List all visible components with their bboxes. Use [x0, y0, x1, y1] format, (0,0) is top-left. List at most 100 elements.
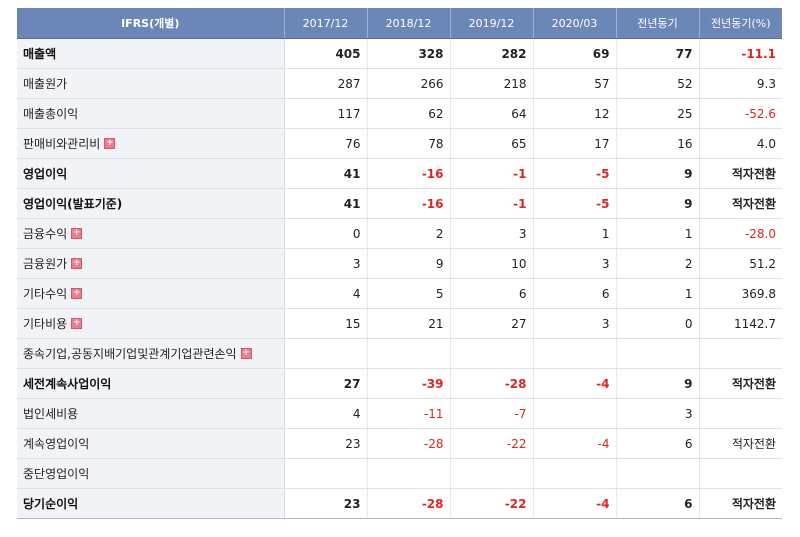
value-cell: 10 — [450, 248, 534, 279]
value-cell: 57 — [533, 68, 617, 99]
value-cell: -28 — [367, 428, 451, 459]
plus-icon[interactable]: + — [71, 258, 83, 269]
value-cell: 218 — [450, 68, 534, 99]
value-cell: 6 — [533, 278, 617, 309]
value-cell: 9 — [616, 158, 700, 189]
value-cell: 76 — [284, 128, 368, 159]
value-cell: 9 — [367, 248, 451, 279]
value-cell: 1 — [616, 218, 700, 249]
value-cell: 2 — [367, 218, 451, 249]
value-cell: 9.3 — [699, 68, 782, 99]
value-cell — [284, 458, 368, 489]
header-column: 2017/12 — [284, 8, 368, 39]
row-label-cell: 종속기업,공동지배기업및관계기업관련손익 + — [17, 338, 285, 369]
row-label: 법인세비용 — [23, 407, 79, 421]
value-cell: 9 — [616, 368, 700, 399]
row-label-cell: 금융수익 + — [17, 218, 285, 249]
row-label: 기타비용 — [23, 317, 68, 331]
value-cell: 41 — [284, 158, 368, 189]
value-cell: -11 — [367, 398, 451, 429]
value-cell: 6 — [616, 428, 700, 459]
value-cell: -16 — [367, 158, 451, 189]
table-row: 매출액 405 328 282 69 77 -11.1 — [17, 38, 782, 69]
plus-icon[interactable]: + — [71, 288, 83, 299]
value-cell — [367, 458, 451, 489]
row-label: 중단영업이익 — [23, 467, 90, 481]
value-cell: 64 — [450, 98, 534, 129]
value-cell: -52.6 — [699, 98, 782, 129]
value-cell: 23 — [284, 488, 368, 519]
table-row: 중단영업이익 — [17, 458, 782, 489]
plus-icon[interactable]: + — [71, 228, 83, 239]
plus-icon[interactable]: + — [104, 138, 116, 149]
row-label: 계속영업이익 — [23, 437, 90, 451]
financial-statement: IFRS(개별) 2017/12 2018/12 2019/12 2020/03 전년동기… — [17, 8, 782, 519]
value-cell: 21 — [367, 308, 451, 339]
header-standard: IFRS(개별) — [17, 8, 285, 39]
table-row: 금융원가 +3 9 10 3 2 51.2 — [17, 248, 782, 279]
value-cell: 적자전환 — [699, 428, 782, 459]
value-cell — [450, 338, 534, 369]
row-label: 영업이익 — [23, 167, 68, 181]
table-row: 종속기업,공동지배기업및관계기업관련손익 + — [17, 338, 782, 369]
value-cell: 12 — [533, 98, 617, 129]
value-cell: 2 — [616, 248, 700, 279]
value-cell — [616, 458, 700, 489]
row-label: 세전계속사업이익 — [23, 377, 112, 391]
value-cell: -22 — [450, 428, 534, 459]
value-cell: 4 — [284, 278, 368, 309]
row-label: 매출액 — [23, 47, 57, 61]
row-label: 판매비와관리비 — [23, 137, 101, 151]
value-cell: 적자전환 — [699, 368, 782, 399]
value-cell: 62 — [367, 98, 451, 129]
value-cell — [367, 338, 451, 369]
value-cell: -4 — [533, 428, 617, 459]
value-cell: 6 — [450, 278, 534, 309]
table-row: 매출원가 287 266 218 57 52 9.3 — [17, 68, 782, 99]
value-cell — [699, 398, 782, 429]
row-label: 영업이익(발표기준) — [23, 197, 123, 211]
plus-icon[interactable]: + — [240, 348, 252, 359]
value-cell: -1 — [450, 188, 534, 219]
row-label: 당기순이익 — [23, 497, 79, 511]
income-statement-table: IFRS(개별) 2017/12 2018/12 2019/12 2020/03 전년동기… — [17, 8, 782, 519]
value-cell: 78 — [367, 128, 451, 159]
row-label-cell: 기타비용 + — [17, 308, 285, 339]
table-row: 매출총이익 117 62 64 12 25 -52.6 — [17, 98, 782, 129]
value-cell: 25 — [616, 98, 700, 129]
value-cell: 27 — [450, 308, 534, 339]
value-cell — [533, 458, 617, 489]
row-label-cell: 당기순이익 — [17, 488, 285, 519]
value-cell — [616, 338, 700, 369]
value-cell: 77 — [616, 38, 700, 69]
value-cell: 적자전환 — [699, 188, 782, 219]
value-cell: 65 — [450, 128, 534, 159]
row-label: 금융원가 — [23, 257, 68, 271]
table-row: 법인세비용 4 -11 -7 3 — [17, 398, 782, 429]
value-cell — [533, 338, 617, 369]
value-cell: 16 — [616, 128, 700, 159]
row-label-cell: 매출원가 — [17, 68, 285, 99]
value-cell: 9 — [616, 188, 700, 219]
value-cell: -16 — [367, 188, 451, 219]
value-cell: 266 — [367, 68, 451, 99]
row-label-cell: 영업이익(발표기준) — [17, 188, 285, 219]
row-label-cell: 매출액 — [17, 38, 285, 69]
value-cell: 6 — [616, 488, 700, 519]
row-label: 기타수익 — [23, 287, 68, 301]
value-cell: 369.8 — [699, 278, 782, 309]
table-row: 당기순이익 23 -28 -22 -4 6 적자전환 — [17, 488, 782, 519]
row-label-cell: 판매비와관리비 + — [17, 128, 285, 159]
value-cell: 0 — [616, 308, 700, 339]
value-cell: -28 — [367, 488, 451, 519]
value-cell: 52 — [616, 68, 700, 99]
row-label: 금융수익 — [23, 227, 68, 241]
table-row: 영업이익(발표기준) 41 -16 -1 -5 9 적자전환 — [17, 188, 782, 219]
value-cell: 0 — [284, 218, 368, 249]
table-row: 기타비용 +15 21 27 3 0 1142.7 — [17, 308, 782, 339]
table-row: 금융수익 +0 2 3 1 1 -28.0 — [17, 218, 782, 249]
row-label: 종속기업,공동지배기업및관계기업관련손익 — [23, 347, 237, 361]
value-cell: 15 — [284, 308, 368, 339]
plus-icon[interactable]: + — [71, 318, 83, 329]
value-cell: -1 — [450, 158, 534, 189]
